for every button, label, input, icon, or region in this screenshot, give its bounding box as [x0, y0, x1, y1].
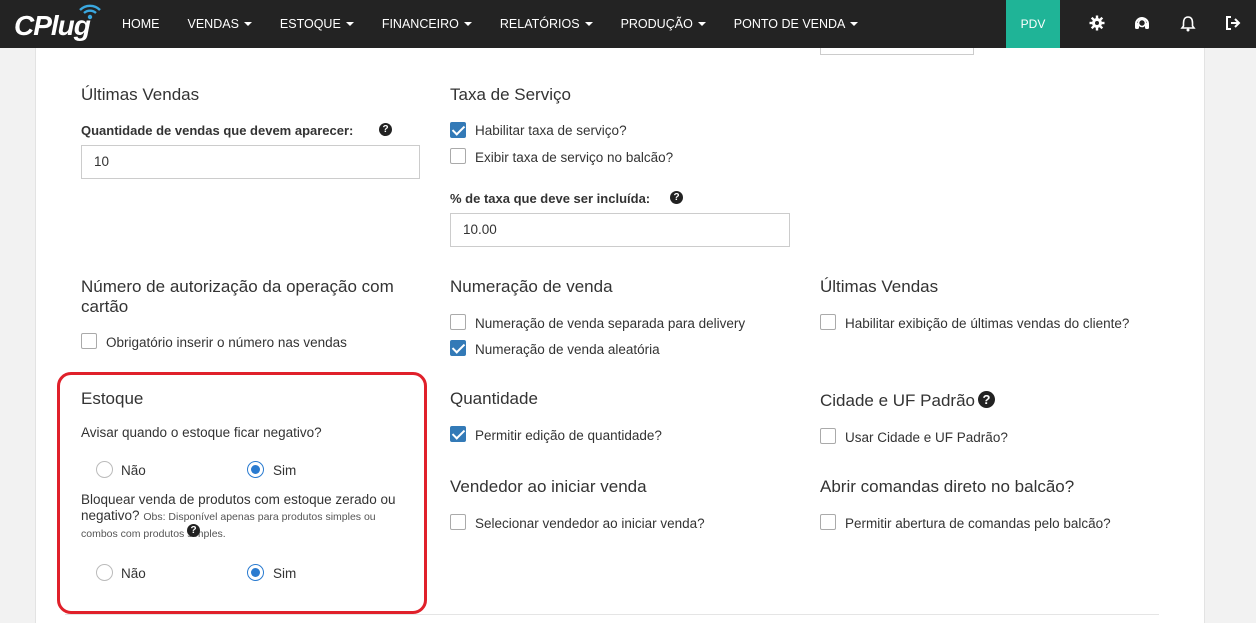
checkbox-label: Permitir abertura de comandas pelo balcã… [845, 516, 1111, 531]
section-title-vendedor: Vendedor ao iniciar venda [450, 477, 647, 496]
section-title-ultimas-vendas: Últimas Vendas [81, 85, 200, 104]
estoque-question-2: Bloquear venda de produtos com estoque z… [81, 492, 396, 540]
caret-down-icon [463, 22, 472, 26]
pdv-button[interactable]: PDV [1006, 0, 1060, 48]
checkbox-abertura-comandas[interactable] [820, 514, 836, 530]
caret-down-icon [345, 22, 354, 26]
section-title-quantidade: Quantidade [450, 389, 538, 408]
logout-icon[interactable] [1222, 12, 1244, 34]
help-icon[interactable]: ? [379, 123, 392, 136]
caret-down-icon [243, 22, 252, 26]
estoque-question-1: Avisar quando o estoque ficar negativo? [81, 425, 322, 440]
pct-taxa-input[interactable]: 10.00 [450, 213, 790, 247]
nav-home[interactable]: HOME [108, 0, 174, 48]
nav-ponto-de-venda[interactable]: PONTO DE VENDA [720, 0, 873, 48]
partial-input-above[interactable] [820, 48, 974, 55]
bell-icon[interactable] [1177, 12, 1199, 34]
checkbox-selecionar-vendedor[interactable] [450, 514, 466, 530]
checkbox-ultimas-vendas-cliente[interactable] [820, 314, 836, 330]
main-nav: HOME VENDAS ESTOQUE FINANCEIRO RELATÓRIO… [108, 0, 872, 48]
section-title-autorizacao: Número de autorização da operação com ca… [81, 277, 394, 316]
checkbox-exibir-taxa-balcao[interactable] [450, 148, 466, 164]
help-icon[interactable]: ? [978, 391, 995, 408]
checkbox-label: Selecionar vendedor ao iniciar venda? [475, 516, 705, 531]
radio-label: Não [121, 463, 146, 478]
gear-icon[interactable] [1086, 12, 1108, 34]
checkbox-numeracao-aleatoria[interactable] [450, 340, 466, 356]
wifi-icon [79, 4, 101, 20]
radio-label: Sim [273, 463, 297, 478]
nav-relatorios[interactable]: RELATÓRIOS [486, 0, 607, 48]
checkbox-obrigatorio-autorizacao[interactable] [81, 333, 97, 349]
checkbox-numeracao-delivery[interactable] [450, 314, 466, 330]
caret-down-icon [850, 22, 859, 26]
caret-down-icon [697, 22, 706, 26]
checkbox-habilitar-taxa[interactable] [450, 122, 466, 138]
checkbox-label: Obrigatório inserir o número nas vendas [106, 335, 347, 350]
headset-icon[interactable] [1131, 12, 1153, 34]
nav-vendas[interactable]: VENDAS [174, 0, 266, 48]
section-title-ultimas-vendas-cliente: Últimas Vendas [820, 277, 939, 296]
checkbox-label: Numeração de venda separada para deliver… [475, 316, 746, 331]
pct-label: % de taxa que deve ser incluída: [450, 191, 651, 206]
cplug-logo[interactable]: CPlug [6, 2, 102, 46]
checkbox-label: Numeração de venda aleatória [475, 342, 660, 357]
nav-estoque[interactable]: ESTOQUE [266, 0, 368, 48]
section-title-comandas: Abrir comandas direto no balcão? [820, 477, 1075, 496]
radio-avisar-nao[interactable] [96, 461, 113, 478]
checkbox-label: Habilitar exibição de últimas vendas do … [845, 316, 1130, 331]
section-title-taxa-servico: Taxa de Serviço [450, 85, 571, 104]
checkbox-label: Permitir edição de quantidade? [475, 428, 662, 443]
checkbox-cidade-uf[interactable] [820, 428, 836, 444]
radio-label: Não [121, 566, 146, 581]
radio-bloquear-nao[interactable] [96, 564, 113, 581]
qty-vendas-input[interactable]: 10 [81, 145, 420, 179]
checkbox-label: Usar Cidade e UF Padrão? [845, 430, 1008, 445]
checkbox-edicao-quantidade[interactable] [450, 426, 466, 442]
help-icon[interactable]: ? [187, 524, 200, 537]
section-divider [65, 614, 1159, 615]
checkbox-label: Habilitar taxa de serviço? [475, 123, 627, 138]
help-icon[interactable]: ? [670, 191, 683, 204]
top-navbar: CPlug HOME VENDAS ESTOQUE FINANCEIRO REL… [0, 0, 1256, 48]
radio-label: Sim [273, 566, 297, 581]
checkbox-label: Exibir taxa de serviço no balcão? [475, 150, 674, 165]
radio-bloquear-sim[interactable] [247, 564, 264, 581]
nav-financeiro[interactable]: FINANCEIRO [368, 0, 486, 48]
qty-label: Quantidade de vendas que devem aparecer: [81, 123, 354, 138]
section-title-estoque: Estoque [81, 389, 144, 408]
nav-producao[interactable]: PRODUÇÃO [607, 0, 720, 48]
section-title-numeracao: Numeração de venda [450, 277, 613, 296]
section-title-cidade-uf: Cidade e UF Padrão [820, 391, 975, 410]
caret-down-icon [584, 22, 593, 26]
radio-avisar-sim[interactable] [247, 461, 264, 478]
